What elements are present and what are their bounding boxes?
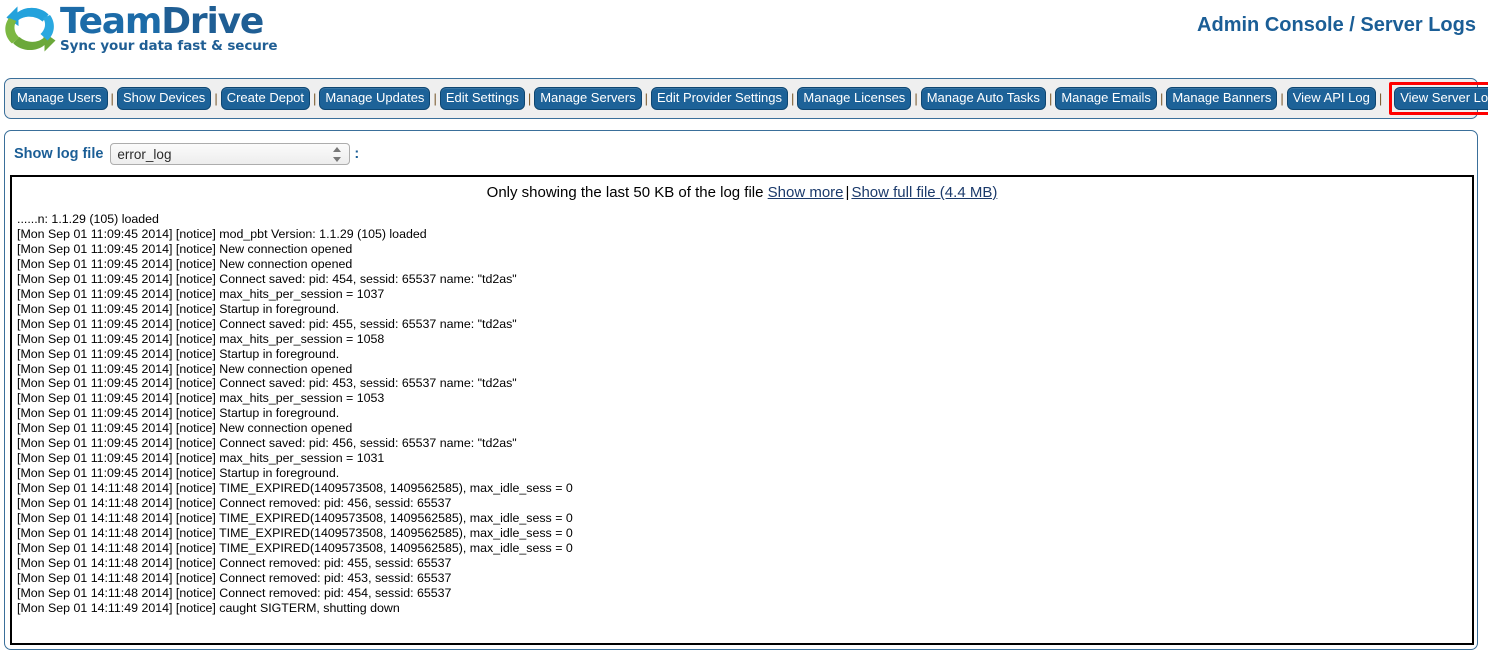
highlight-annotation-box: View Server Logs (1389, 82, 1488, 115)
log-line: [Mon Sep 01 11:09:45 2014] [notice] New … (17, 256, 353, 271)
log-line: [Mon Sep 01 14:11:48 2014] [notice] TIME… (17, 481, 573, 496)
nav-button-manage-licenses[interactable]: Manage Licenses (797, 87, 912, 110)
log-notice-text: Only showing the last 50 KB of the log f… (486, 184, 764, 201)
log-file-select-value: error_log (117, 146, 172, 162)
log-file-selector-row: Show log file error_log : (5, 131, 1477, 165)
nav-separator: | (914, 91, 918, 106)
logo-title-team: Team (60, 1, 162, 42)
show-more-link[interactable]: Show more (768, 184, 844, 201)
nav-button-show-devices[interactable]: Show Devices (116, 87, 212, 110)
nav-button-view-api-log[interactable]: View API Log (1286, 87, 1376, 110)
log-truncation-notice: Only showing the last 50 KB of the log f… (12, 177, 1472, 207)
main-navigation-bar: Manage Users | Show Devices | Create Depot | M… (4, 78, 1488, 119)
nav-button-manage-users[interactable]: Manage Users (11, 87, 108, 110)
stepper-arrows-icon (333, 146, 342, 163)
log-line: [Mon Sep 01 11:09:45 2014] [notice] New … (17, 241, 353, 256)
nav-button-manage-servers[interactable]: Manage Servers (534, 87, 642, 110)
teamdrive-logo[interactable]: TeamDrive Sync your data fast & secure (4, 2, 277, 56)
log-lines-container: ......n: 1.1.29 (105) loaded [Mon Sep 01 … (12, 207, 1472, 616)
log-line: [Mon Sep 01 14:11:49 2014] [notice] caug… (17, 600, 400, 615)
log-line: [Mon Sep 01 11:09:45 2014] [notice] Star… (17, 466, 340, 481)
log-line: [Mon Sep 01 11:09:45 2014] [notice] Conn… (17, 376, 517, 391)
nav-button-view-server-logs[interactable]: View Server Logs (1394, 87, 1488, 110)
nav-separator: | (1280, 91, 1284, 106)
log-line: [Mon Sep 01 11:09:45 2014] [notice] max_… (17, 451, 385, 466)
log-line: [Mon Sep 01 11:09:45 2014] [notice] New … (17, 361, 353, 376)
nav-separator: | (313, 91, 317, 106)
log-output-box: Only showing the last 50 KB of the log f… (10, 175, 1474, 645)
nav-separator: | (433, 91, 437, 106)
log-line: [Mon Sep 01 11:09:45 2014] [notice] Conn… (17, 436, 517, 451)
nav-separator: | (1159, 91, 1164, 106)
label-colon: : (354, 145, 360, 162)
nav-separator: | (1378, 91, 1383, 106)
log-line: [Mon Sep 01 11:09:45 2014] [notice] Conn… (17, 316, 517, 331)
logo-title-drive: Drive (161, 1, 264, 42)
log-line: ......n: 1.1.29 (105) loaded (17, 212, 159, 226)
log-line: [Mon Sep 01 11:09:45 2014] [notice] Conn… (17, 271, 517, 286)
nav-button-manage-emails[interactable]: Manage Emails (1055, 87, 1157, 110)
logo-title: TeamDrive (60, 3, 277, 41)
log-line: [Mon Sep 01 14:11:48 2014] [notice] Conn… (17, 570, 452, 585)
log-line: [Mon Sep 01 14:11:48 2014] [notice] Conn… (17, 585, 452, 600)
nav-separator: | (1048, 91, 1053, 106)
nav-button-edit-provider-settings[interactable]: Edit Provider Settings (651, 87, 789, 110)
nav-button-manage-auto-tasks[interactable]: Manage Auto Tasks (920, 87, 1046, 110)
log-line: [Mon Sep 01 14:11:48 2014] [notice] Conn… (17, 496, 452, 511)
logo-tagline: Sync your data fast & secure (60, 38, 278, 54)
nav-button-edit-settings[interactable]: Edit Settings (439, 87, 525, 110)
nav-separator: | (791, 91, 795, 106)
log-line: [Mon Sep 01 11:09:45 2014] [notice] Star… (17, 346, 340, 361)
log-line: [Mon Sep 01 14:11:48 2014] [notice] TIME… (17, 511, 573, 526)
nav-separator: | (644, 91, 648, 106)
show-log-file-label: Show log file (14, 145, 104, 162)
log-line: [Mon Sep 01 14:11:48 2014] [notice] TIME… (17, 540, 573, 555)
sync-arrows-icon (5, 6, 56, 52)
show-full-file-link[interactable]: Show full file (4.4 MB) (851, 184, 997, 201)
nav-separator: | (110, 91, 114, 106)
nav-separator: | (527, 91, 532, 106)
nav-button-manage-banners[interactable]: Manage Banners (1166, 87, 1278, 110)
logo-wordmark: TeamDrive Sync your data fast & secure (60, 3, 278, 54)
log-line: [Mon Sep 01 14:11:48 2014] [notice] TIME… (17, 526, 573, 541)
nav-separator: | (214, 91, 218, 106)
log-file-select[interactable]: error_log (110, 142, 351, 165)
log-line: [Mon Sep 01 11:09:45 2014] [notice] max_… (17, 331, 385, 346)
nav-button-manage-updates[interactable]: Manage Updates (319, 87, 431, 110)
log-line: [Mon Sep 01 11:09:45 2014] [notice] Star… (17, 406, 340, 421)
log-line: [Mon Sep 01 11:09:45 2014] [notice] max_… (17, 391, 385, 406)
server-logs-panel: Show log file error_log : Only showing t… (4, 130, 1478, 650)
log-line: [Mon Sep 01 11:09:45 2014] [notice] Star… (17, 301, 340, 316)
page-title: Admin Console / Server Logs (1197, 14, 1476, 36)
log-line: [Mon Sep 01 14:11:48 2014] [notice] Conn… (17, 555, 452, 570)
log-line: [Mon Sep 01 11:09:45 2014] [notice] New … (17, 421, 353, 436)
nav-button-create-depot[interactable]: Create Depot (220, 87, 311, 110)
page-header: TeamDrive Sync your data fast & secure A… (0, 0, 1488, 62)
log-line: [Mon Sep 01 11:09:45 2014] [notice] max_… (17, 286, 385, 301)
log-line: [Mon Sep 01 11:09:45 2014] [notice] mod_… (17, 226, 427, 241)
